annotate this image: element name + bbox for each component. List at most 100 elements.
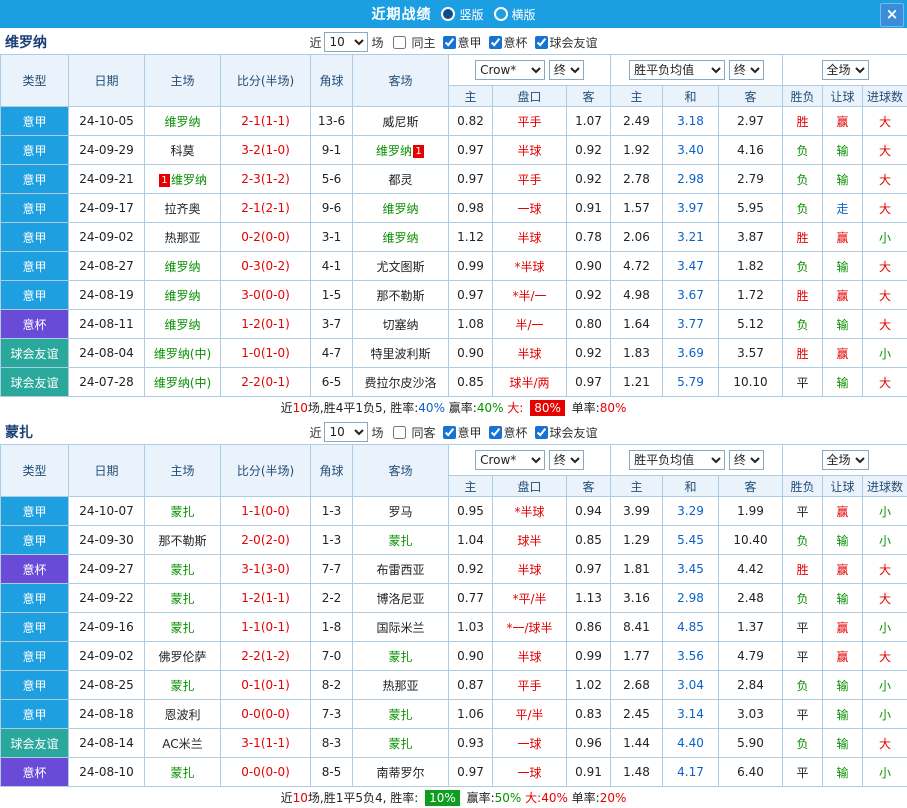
away-odds-cell: 0.92 — [567, 165, 611, 194]
away-odds-cell: 0.83 — [567, 700, 611, 729]
home-team-name: 蒙扎 — [170, 592, 194, 606]
summary-segment: 场,胜4平1负5, 胜率: — [308, 399, 418, 416]
match-row: 意甲24-08-25蒙扎0-1(0-1)8-2热那亚0.87平手1.022.68… — [1, 671, 907, 700]
handicap-result-cell: 赢 — [823, 281, 863, 310]
goals-cell: 大 — [863, 107, 907, 136]
odds-stage-select[interactable]: 终 — [549, 450, 584, 470]
scope-select[interactable]: 全场 — [822, 450, 869, 470]
avg-type-select[interactable]: 胜平负均值 — [629, 450, 725, 470]
league-type-cell: 意甲 — [1, 194, 69, 223]
avg-win-cell: 1.21 — [611, 368, 663, 397]
summary-row: 近10场,胜1平5负4, 胜率: 10% 赢率:50% 大:40% 单率:20% — [0, 787, 907, 808]
handicap-result-cell: 赢 — [823, 223, 863, 252]
avg-draw-cell: 3.45 — [663, 555, 719, 584]
odds-company-select[interactable]: Crow* — [475, 450, 545, 470]
odds-stage-select[interactable]: 终 — [549, 60, 584, 80]
away-odds-cell: 0.94 — [567, 497, 611, 526]
same-venue-label: 同主 — [411, 34, 435, 51]
sub-column-header: 客 — [719, 476, 783, 497]
league-filter[interactable]: 球会友谊 — [531, 424, 598, 441]
scope-header: 全场 — [783, 445, 907, 476]
league-checkbox[interactable] — [535, 36, 548, 49]
sub-column-header: 胜负 — [783, 476, 823, 497]
home-team-name: 维罗纳 — [164, 260, 200, 274]
team-sections-container: 维罗纳近10场同主意甲意杯球会友谊类型日期主场比分(半场)角球客场Crow* 终… — [0, 30, 907, 808]
summary-segment: 40% — [477, 401, 504, 415]
goals-cell: 大 — [863, 368, 907, 397]
league-filter[interactable]: 意甲 — [439, 424, 482, 441]
away-team-cell: 罗马 — [353, 497, 449, 526]
home-team-cell: 维罗纳 — [145, 310, 221, 339]
home-team-cell: 蒙扎 — [145, 613, 221, 642]
layout-radio-horizontal[interactable]: 横版 — [494, 6, 536, 23]
league-checkbox[interactable] — [489, 426, 502, 439]
match-count-select[interactable]: 10 — [324, 32, 368, 52]
away-team-name: 都灵 — [388, 173, 412, 187]
away-team-cell: 蒙扎 — [353, 526, 449, 555]
league-filter[interactable]: 意甲 — [439, 34, 482, 51]
league-label: 意杯 — [504, 424, 528, 441]
away-team-cell: 维罗纳 — [353, 223, 449, 252]
avg-draw-cell: 3.40 — [663, 136, 719, 165]
home-odds-cell: 0.77 — [449, 584, 493, 613]
score-cell: 2-1(1-1) — [221, 107, 311, 136]
handicap-cell: 平手 — [493, 671, 567, 700]
score-cell: 1-0(1-0) — [221, 339, 311, 368]
home-team-name: 维罗纳 — [164, 289, 200, 303]
summary-segment: 近 — [281, 789, 293, 806]
home-odds-cell: 0.85 — [449, 368, 493, 397]
away-team-cell: 威尼斯 — [353, 107, 449, 136]
euro-odds-header: 胜平负均值 终 — [611, 55, 783, 86]
summary-segment: 10% — [425, 790, 460, 806]
same-venue-checkbox[interactable] — [393, 426, 406, 439]
league-filter[interactable]: 球会友谊 — [531, 34, 598, 51]
sub-column-header: 盘口 — [493, 86, 567, 107]
away-odds-cell: 0.92 — [567, 281, 611, 310]
league-label: 意甲 — [458, 424, 482, 441]
layout-radio-vertical[interactable]: 竖版 — [441, 6, 483, 23]
result-cell: 胜 — [783, 281, 823, 310]
avg-lose-cell: 3.03 — [719, 700, 783, 729]
handicap-result-cell: 输 — [823, 729, 863, 758]
date-cell: 24-09-30 — [69, 526, 145, 555]
league-filter[interactable]: 意杯 — [485, 34, 528, 51]
home-team-cell: 维罗纳(中) — [145, 339, 221, 368]
league-type-cell: 意甲 — [1, 281, 69, 310]
home-odds-cell: 0.98 — [449, 194, 493, 223]
corner-cell: 6-5 — [311, 368, 353, 397]
avg-draw-cell: 5.45 — [663, 526, 719, 555]
league-checkbox[interactable] — [443, 426, 456, 439]
goals-cell: 大 — [863, 165, 907, 194]
away-odds-cell: 0.91 — [567, 194, 611, 223]
avg-win-cell: 1.92 — [611, 136, 663, 165]
avg-type-select[interactable]: 胜平负均值 — [629, 60, 725, 80]
summary-segment: 单率: — [568, 399, 600, 416]
result-cell: 负 — [783, 165, 823, 194]
same-venue-checkbox[interactable] — [393, 36, 406, 49]
summary-segment: 10 — [293, 401, 308, 415]
league-checkbox[interactable] — [535, 426, 548, 439]
handicap-cell: 平/半 — [493, 700, 567, 729]
avg-stage-select[interactable]: 终 — [729, 60, 764, 80]
league-type-cell: 意甲 — [1, 526, 69, 555]
odds-company-select[interactable]: Crow* — [475, 60, 545, 80]
avg-stage-select[interactable]: 终 — [729, 450, 764, 470]
date-cell: 24-09-22 — [69, 584, 145, 613]
away-odds-cell: 0.92 — [567, 136, 611, 165]
avg-lose-cell: 2.84 — [719, 671, 783, 700]
corner-cell: 7-0 — [311, 642, 353, 671]
scope-header: 全场 — [783, 55, 907, 86]
result-cell: 胜 — [783, 339, 823, 368]
avg-lose-cell: 1.82 — [719, 252, 783, 281]
column-header: 客场 — [353, 445, 449, 497]
league-checkbox[interactable] — [443, 36, 456, 49]
match-count-select[interactable]: 10 — [324, 422, 368, 442]
scope-select[interactable]: 全场 — [822, 60, 869, 80]
close-button[interactable]: × — [880, 3, 904, 27]
league-checkbox[interactable] — [489, 36, 502, 49]
home-odds-cell: 1.12 — [449, 223, 493, 252]
corner-cell: 1-8 — [311, 613, 353, 642]
league-filter[interactable]: 意杯 — [485, 424, 528, 441]
date-cell: 24-08-27 — [69, 252, 145, 281]
goals-cell: 小 — [863, 526, 907, 555]
